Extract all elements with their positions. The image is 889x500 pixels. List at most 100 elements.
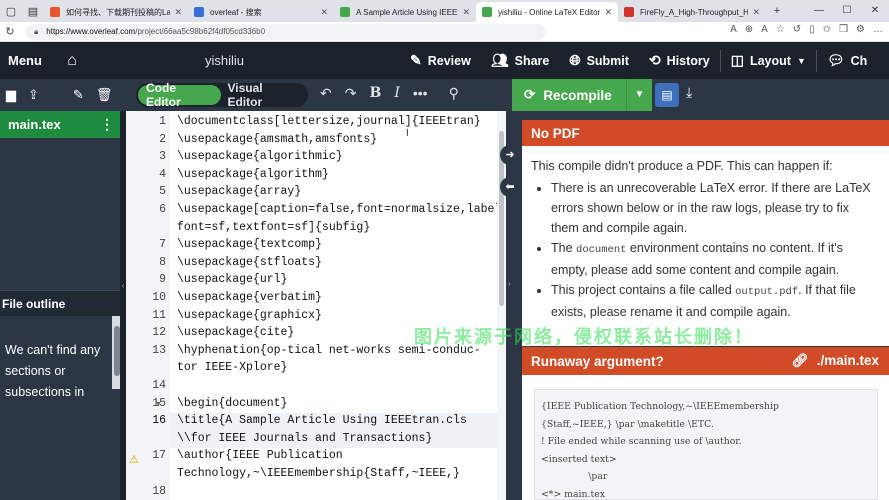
- project-name[interactable]: yishiliu: [205, 53, 244, 68]
- layout-label: Layout: [749, 53, 791, 68]
- delete-trash-icon[interactable]: 🗑︎: [96, 87, 113, 103]
- runaway-argument-header[interactable]: Runaway argument? 🔗︎ ./main.tex: [522, 347, 889, 375]
- search-icon[interactable]: ⚲: [449, 85, 459, 102]
- translate-icon[interactable]: A: [730, 24, 737, 35]
- submit-button[interactable]: 🌐︎ Submit: [559, 42, 639, 79]
- editor-scrollbar[interactable]: [497, 111, 506, 500]
- sync-to-pdf-icon[interactable]: ➜: [500, 145, 520, 165]
- menu-button[interactable]: Menu: [0, 42, 50, 79]
- tab-actions-icon[interactable]: ▤: [22, 0, 44, 22]
- file-item-main-tex[interactable]: main.tex ⋮: [0, 111, 122, 138]
- rename-pencil-icon[interactable]: ✎: [73, 87, 84, 103]
- new-tab-icon[interactable]: +: [766, 0, 788, 22]
- tab-favicon-icon: [50, 7, 60, 17]
- tab-close-icon[interactable]: ✕: [462, 7, 470, 18]
- fold-chevron-icon[interactable]: ▼: [155, 401, 162, 408]
- code-line[interactable]: \documentclass[lettersize,journal]{IEEEt…: [177, 115, 481, 128]
- reason-code: document: [576, 244, 627, 256]
- code-line[interactable]: \usepackage{graphicx}: [177, 309, 322, 322]
- favorites-icon[interactable]: ✩: [823, 24, 831, 35]
- browser-tab-4[interactable]: yishiliu - Online LaTeX Editor Ov ✕: [476, 2, 618, 22]
- code-line[interactable]: \usepackage{array}: [177, 185, 301, 198]
- browser-tab-3[interactable]: A Sample Article Using IEEEtran ✕: [334, 2, 476, 22]
- code-line[interactable]: \usepackage{algorithmic}: [177, 150, 343, 163]
- browser-profile-icon[interactable]: ▢: [0, 0, 22, 22]
- undo-icon[interactable]: ↶: [320, 85, 332, 102]
- chat-icon: 💬︎: [826, 52, 845, 68]
- code-line[interactable]: font=sf,textfont=sf]{subfig}: [177, 221, 370, 234]
- redo-icon[interactable]: ↷: [345, 85, 357, 102]
- code-line[interactable]: \title{A Sample Article Using IEEEtran.c…: [177, 414, 467, 427]
- code-line[interactable]: \usepackage{stfloats}: [177, 256, 322, 269]
- chevron-down-icon[interactable]: ▼: [626, 79, 652, 111]
- collapse-right-icon[interactable]: ›: [508, 279, 511, 288]
- code-line[interactable]: \usepackage{verbatim}: [177, 291, 322, 304]
- editor-mode-toggle[interactable]: Code Editor Visual Editor: [136, 81, 308, 109]
- kebab-menu-icon[interactable]: ⋮: [100, 116, 114, 133]
- code-line[interactable]: \usepackage{url}: [177, 273, 287, 286]
- runaway-argument-body: {IEEE Publication Technology,~\IEEEmembe…: [522, 375, 889, 500]
- review-button[interactable]: ✎ Review: [400, 42, 481, 79]
- home-icon[interactable]: ⌂: [50, 52, 94, 70]
- collections-icon[interactable]: ❒: [839, 24, 848, 35]
- split-screen-icon[interactable]: ▯: [809, 24, 815, 35]
- sync-to-code-icon[interactable]: ⬅: [500, 177, 520, 197]
- new-folder-icon[interactable]: ▆: [6, 87, 16, 103]
- code-editor[interactable]: \documentclass[lettersize,journal]{IEEEt…: [170, 111, 497, 500]
- italic-icon[interactable]: I: [394, 85, 400, 102]
- tab-close-icon[interactable]: ✕: [320, 7, 328, 18]
- pdf-favicon-icon: [624, 7, 634, 17]
- file-outline-header[interactable]: File outline: [0, 290, 122, 316]
- outline-title: File outline: [2, 296, 66, 311]
- tab-close-icon[interactable]: ✕: [752, 7, 760, 18]
- read-aloud-icon[interactable]: A: [761, 24, 768, 35]
- tab-close-icon[interactable]: ✕: [174, 7, 182, 18]
- overleaf-favicon-icon: [482, 7, 492, 17]
- pdf-view-icon[interactable]: ▤: [655, 83, 679, 107]
- maximize-icon[interactable]: ☐: [833, 0, 861, 22]
- code-line[interactable]: \usepackage{cite}: [177, 326, 294, 339]
- code-line[interactable]: \\for IEEE Journals and Transactions}: [177, 432, 432, 445]
- visual-editor-tab[interactable]: Visual Editor: [221, 81, 306, 109]
- close-window-icon[interactable]: ✕: [861, 0, 889, 22]
- watermark: 图片来源于网络，侵权联系站长删除！: [414, 327, 754, 347]
- code-line[interactable]: \author{IEEE Publication: [177, 449, 343, 462]
- line-number: 12: [152, 326, 166, 340]
- browser-tab-5[interactable]: FireFly_A_High-Throughput_Har ✕: [618, 2, 766, 22]
- browser-tab-1[interactable]: 如何寻找、下载期刊投稿的LaTeX ✕: [44, 2, 188, 22]
- code-line[interactable]: \usepackage{textcomp}: [177, 238, 322, 251]
- share-button[interactable]: 👥︎ Share: [481, 42, 560, 79]
- code-line[interactable]: Technology,~\IEEEmembership{Staff,~IEEE,…: [177, 467, 460, 480]
- refresh-ext-icon[interactable]: ↺: [793, 24, 801, 35]
- tab-close-icon[interactable]: ✕: [604, 7, 612, 18]
- more-icon[interactable]: •••: [413, 85, 428, 102]
- code-line[interactable]: \usepackage[caption=false,font=normalsiz…: [177, 203, 497, 216]
- search-icon: [194, 7, 204, 17]
- recompile-button[interactable]: ⟳ Recompile ▼: [512, 79, 652, 111]
- more-menu-icon[interactable]: …: [873, 24, 883, 35]
- code-line[interactable]: \usepackage{amsmath,amsfonts}: [177, 133, 377, 146]
- code-line[interactable]: \begin{document}: [177, 397, 287, 410]
- download-icon[interactable]: ⤓: [686, 84, 692, 101]
- code-line[interactable]: \usepackage{algorithm}: [177, 168, 329, 181]
- code-editor-tab[interactable]: Code Editor: [138, 81, 222, 109]
- reload-icon[interactable]: ↻: [0, 25, 20, 38]
- bold-icon[interactable]: B: [369, 85, 381, 102]
- upload-icon[interactable]: ⇪: [28, 87, 39, 103]
- code-line[interactable]: tor IEEE-Xplore}: [177, 361, 287, 374]
- error-file-link[interactable]: 🔗︎ ./main.tex: [792, 353, 879, 369]
- history-label: History: [666, 53, 710, 68]
- browser-tab-2[interactable]: overleaf - 搜索 ✕: [188, 2, 334, 22]
- favorite-star-icon[interactable]: ☆: [776, 24, 785, 35]
- url-input[interactable]: 🔒︎ https://www.overleaf.com/project/66aa…: [26, 23, 546, 40]
- minimize-icon[interactable]: —: [805, 0, 833, 22]
- toolbar-actions: ✎ Review 👥︎ Share 🌐︎ Submit ⟲ History ◫ Layou…: [400, 42, 877, 79]
- history-button[interactable]: ⟲ History: [639, 42, 720, 79]
- layout-button[interactable]: ◫ Layout ▼: [721, 42, 816, 79]
- pdf-panel: No PDF This compile didn't produce a PDF…: [520, 111, 889, 500]
- pdf-splitter[interactable]: ➜ ⬅ ›: [500, 111, 520, 500]
- collapse-left-icon[interactable]: ‹: [120, 281, 126, 290]
- zoom-icon[interactable]: ⊕: [745, 24, 753, 35]
- chat-button[interactable]: 💬︎ Ch: [817, 42, 877, 79]
- extensions-icon[interactable]: ⚙: [856, 24, 865, 35]
